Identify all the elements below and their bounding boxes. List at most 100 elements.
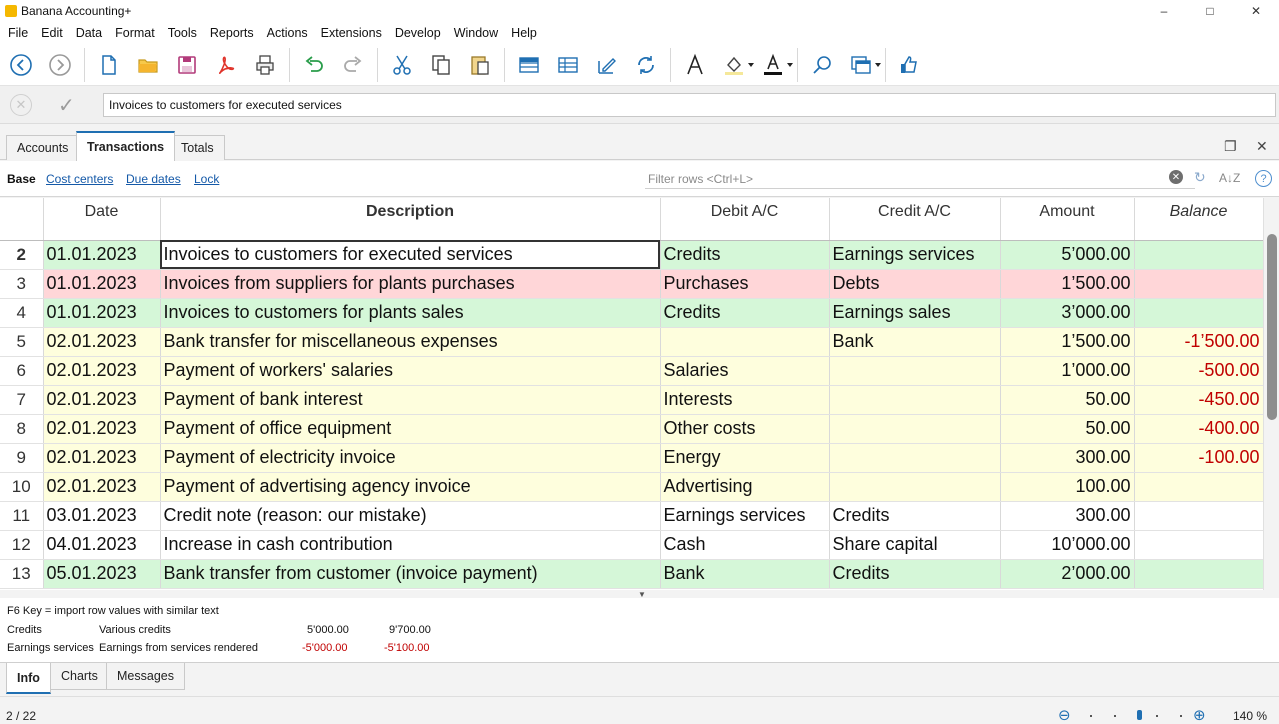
tab-messages[interactable]: Messages [106, 663, 185, 690]
thumbs-up-icon[interactable] [895, 50, 925, 80]
cut-icon[interactable] [387, 50, 417, 80]
undo-icon[interactable] [299, 50, 329, 80]
debit-account-cell[interactable]: Earnings services [660, 501, 830, 531]
fill-color-caret[interactable] [748, 62, 754, 67]
table-row[interactable]: 7 02.01.2023 Payment of bank interest Inter… [0, 385, 1263, 415]
credit-account-cell[interactable]: Earnings services [829, 240, 1001, 270]
debit-account-cell[interactable]: Interests [660, 385, 830, 415]
row-number[interactable]: 7 [0, 385, 44, 415]
balance-cell[interactable] [1134, 530, 1263, 560]
forward-icon[interactable] [45, 50, 75, 80]
description-cell[interactable]: Invoices to customers for plants sales [160, 298, 661, 328]
table-row[interactable]: 4 01.01.2023 Invoices to customers for pla… [0, 298, 1263, 328]
table-row[interactable]: 11 03.01.2023 Credit note (reason: our mis… [0, 501, 1263, 531]
menu-extensions[interactable]: Extensions [316, 26, 387, 40]
table-row[interactable]: 6 02.01.2023 Payment of workers' salaries S… [0, 356, 1263, 386]
credit-account-cell[interactable]: Share capital [829, 530, 1001, 560]
debit-account-cell[interactable]: Energy [660, 443, 830, 473]
view-cost-centers[interactable]: Cost centers [46, 172, 113, 186]
menu-develop[interactable]: Develop [390, 26, 446, 40]
tab-info[interactable]: Info [6, 663, 51, 694]
amount-cell[interactable]: 1’000.00 [1000, 356, 1135, 386]
header-description[interactable]: Description [160, 198, 661, 241]
debit-account-cell[interactable]: Other costs [660, 414, 830, 444]
credit-account-cell[interactable]: Earnings sales [829, 298, 1001, 328]
header-debit[interactable]: Debit A/C [660, 198, 830, 241]
header-date[interactable]: Date [43, 198, 161, 241]
cancel-edit-icon[interactable]: ✕ [10, 94, 32, 116]
description-cell[interactable]: Payment of electricity invoice [160, 443, 661, 473]
row-number[interactable]: 13 [0, 559, 44, 589]
amount-cell[interactable]: 100.00 [1000, 472, 1135, 502]
credit-account-cell[interactable]: Credits [829, 501, 1001, 531]
tab-accounts[interactable]: Accounts [6, 135, 80, 160]
debit-account-cell[interactable]: Cash [660, 530, 830, 560]
search-icon[interactable] [807, 50, 837, 80]
amount-cell[interactable]: 50.00 [1000, 414, 1135, 444]
recalculate-icon[interactable] [631, 50, 661, 80]
date-cell[interactable]: 02.01.2023 [43, 443, 161, 473]
add-rows-icon[interactable] [514, 50, 544, 80]
description-cell[interactable]: Bank transfer for miscellaneous expenses [160, 327, 661, 357]
table-row[interactable]: 9 02.01.2023 Payment of electricity invoic… [0, 443, 1263, 473]
amount-cell[interactable]: 2’000.00 [1000, 559, 1135, 589]
row-number[interactable]: 9 [0, 443, 44, 473]
back-icon[interactable] [6, 50, 36, 80]
date-cell[interactable]: 03.01.2023 [43, 501, 161, 531]
tab-totals[interactable]: Totals [170, 135, 225, 160]
debit-account-cell[interactable]: Purchases [660, 269, 830, 299]
date-cell[interactable]: 04.01.2023 [43, 530, 161, 560]
date-cell[interactable]: 05.01.2023 [43, 559, 161, 589]
credit-account-cell[interactable] [829, 443, 1001, 473]
date-cell[interactable]: 01.01.2023 [43, 269, 161, 299]
amount-cell[interactable]: 300.00 [1000, 501, 1135, 531]
row-number[interactable]: 8 [0, 414, 44, 444]
view-base[interactable]: Base [7, 172, 36, 186]
balance-cell[interactable] [1134, 472, 1263, 502]
paste-icon[interactable] [465, 50, 495, 80]
amount-cell[interactable]: 10’000.00 [1000, 530, 1135, 560]
save-icon[interactable] [172, 50, 202, 80]
table-row[interactable]: 2 01.01.2023 Invoices to customers for exe… [0, 240, 1263, 270]
balance-cell[interactable] [1134, 559, 1263, 589]
redo-icon[interactable] [338, 50, 368, 80]
description-cell[interactable]: Bank transfer from customer (invoice pay… [160, 559, 661, 589]
balance-cell[interactable] [1134, 298, 1263, 328]
filter-input[interactable]: Filter rows <Ctrl+L> [645, 169, 1195, 189]
open-folder-icon[interactable] [133, 50, 163, 80]
table-row[interactable]: 8 02.01.2023 Payment of office equipment Ot… [0, 414, 1263, 444]
table-row[interactable]: 5 02.01.2023 Bank transfer for miscellaneo… [0, 327, 1263, 357]
description-cell[interactable]: Payment of office equipment [160, 414, 661, 444]
amount-cell[interactable]: 1’500.00 [1000, 269, 1135, 299]
description-cell[interactable]: Payment of bank interest [160, 385, 661, 415]
amount-cell[interactable]: 300.00 [1000, 443, 1135, 473]
menu-reports[interactable]: Reports [205, 26, 259, 40]
table-row[interactable]: 10 02.01.2023 Payment of advertising agenc… [0, 472, 1263, 502]
new-file-icon[interactable] [94, 50, 124, 80]
close-window-button[interactable]: ✕ [1233, 0, 1279, 22]
debit-account-cell[interactable]: Advertising [660, 472, 830, 502]
row-number[interactable]: 11 [0, 501, 44, 531]
credit-account-cell[interactable]: Credits [829, 559, 1001, 589]
balance-cell[interactable]: -500.00 [1134, 356, 1263, 386]
debit-account-cell[interactable]: Credits [660, 298, 830, 328]
view-due-dates[interactable]: Due dates [126, 172, 181, 186]
debit-account-cell[interactable]: Salaries [660, 356, 830, 386]
detach-window-icon[interactable]: ❐ [1224, 138, 1237, 155]
amount-cell[interactable]: 50.00 [1000, 385, 1135, 415]
date-cell[interactable]: 01.01.2023 [43, 240, 161, 270]
insert-rows-icon[interactable] [553, 50, 583, 80]
balance-cell[interactable]: -400.00 [1134, 414, 1263, 444]
pdf-icon[interactable] [211, 50, 241, 80]
menu-format[interactable]: Format [110, 26, 160, 40]
text-color-icon[interactable] [758, 50, 793, 80]
debit-account-cell[interactable]: Credits [660, 240, 830, 270]
table-row[interactable]: 3 01.01.2023 Invoices from suppliers for p… [0, 269, 1263, 299]
credit-account-cell[interactable] [829, 414, 1001, 444]
minimize-button[interactable]: – [1141, 0, 1187, 22]
date-cell[interactable]: 02.01.2023 [43, 472, 161, 502]
date-cell[interactable]: 02.01.2023 [43, 327, 161, 357]
row-number[interactable]: 3 [0, 269, 44, 299]
text-color-caret[interactable] [787, 62, 793, 67]
date-cell[interactable]: 02.01.2023 [43, 356, 161, 386]
